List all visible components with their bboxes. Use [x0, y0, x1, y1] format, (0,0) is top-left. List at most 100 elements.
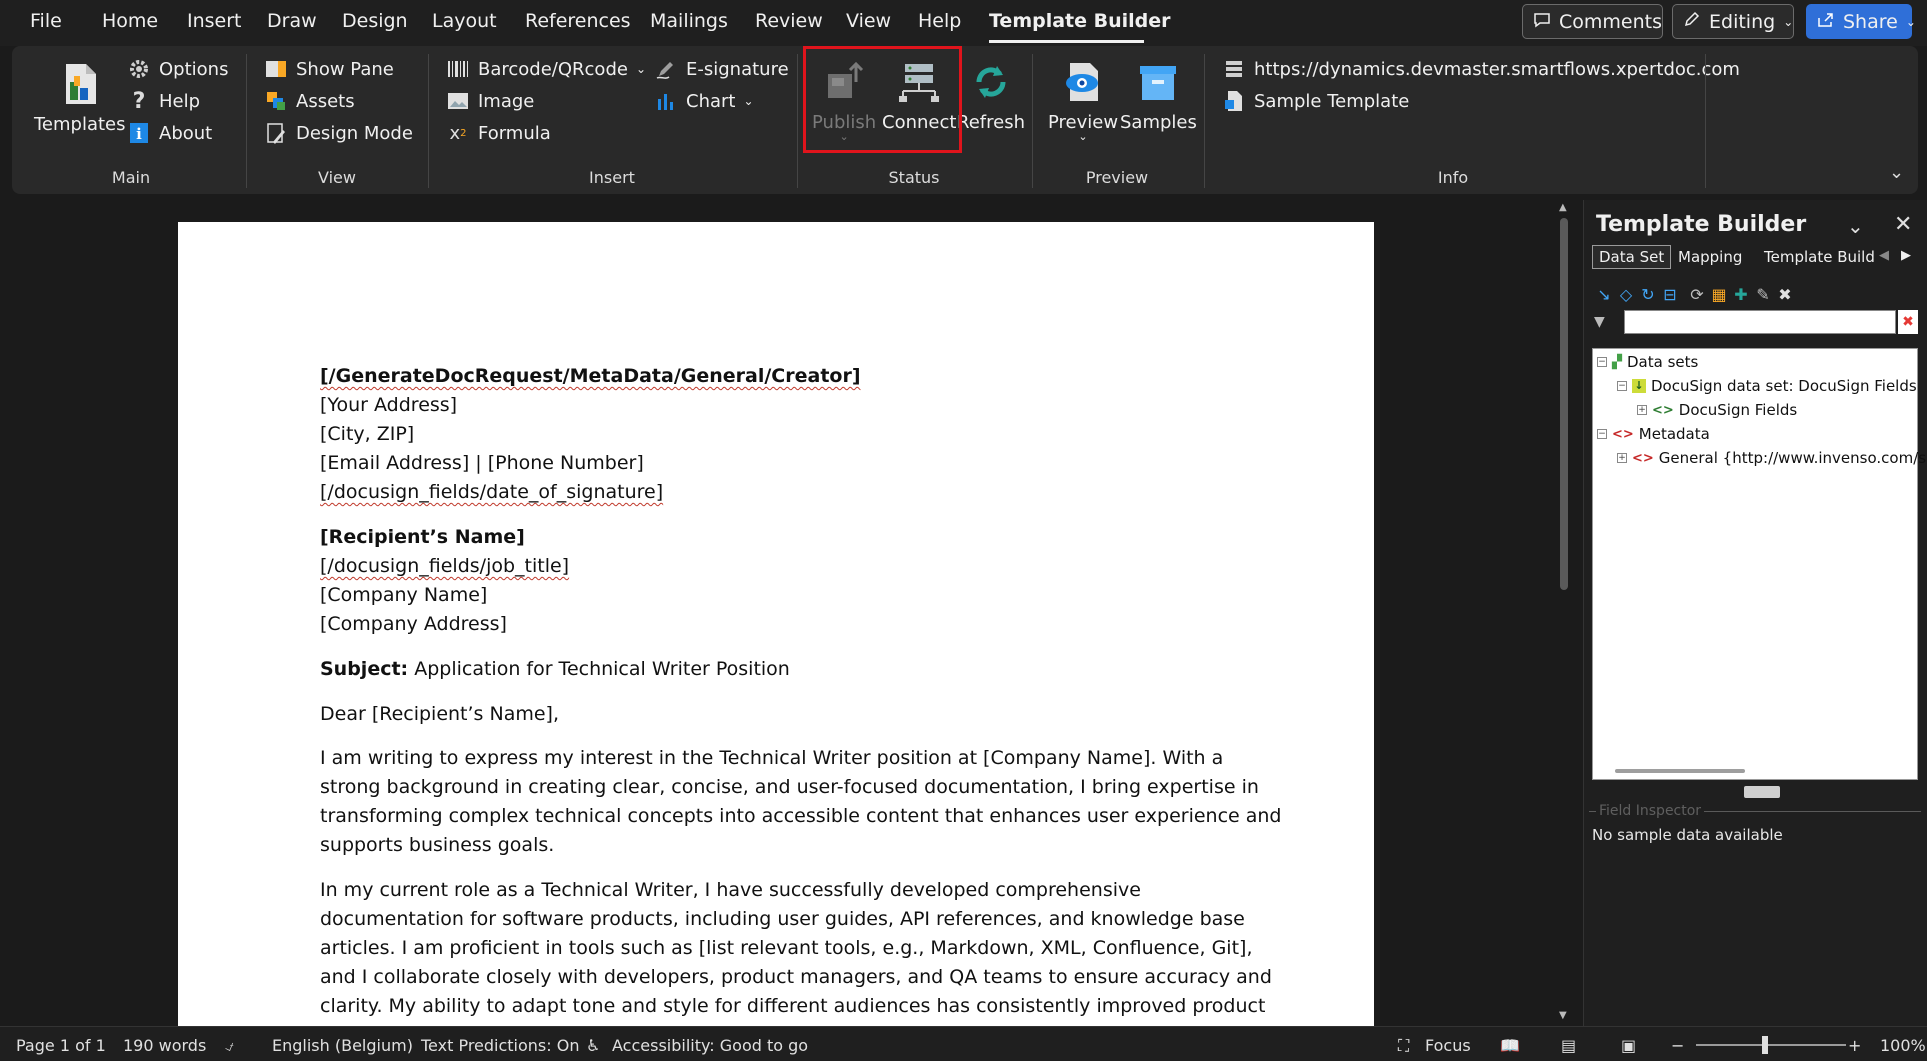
- zoom-in-icon[interactable]: +: [1848, 1036, 1861, 1055]
- menu-references[interactable]: References: [525, 10, 631, 32]
- tab-scroll-right-icon[interactable]: ▶: [1901, 248, 1911, 263]
- page-count[interactable]: Page 1 of 1: [16, 1036, 106, 1055]
- menu-file[interactable]: File: [30, 10, 62, 32]
- proofing-icon[interactable]: ⍻: [225, 1036, 234, 1056]
- zoom-level[interactable]: 100%: [1880, 1036, 1926, 1055]
- collapse-ribbon-icon[interactable]: ⌄: [1889, 162, 1904, 183]
- tree-node-metadata[interactable]: − <> Metadata: [1597, 425, 1710, 443]
- scrollbar-thumb[interactable]: [1560, 218, 1568, 590]
- collapse-toggle-icon[interactable]: −: [1597, 357, 1607, 367]
- menu-mailings[interactable]: Mailings: [650, 10, 728, 32]
- delete-icon[interactable]: ✖: [1775, 284, 1795, 304]
- refresh-button[interactable]: Refresh: [957, 58, 1025, 133]
- options-label: Options: [159, 58, 229, 80]
- design-mode-icon: [264, 121, 288, 145]
- accessibility-status[interactable]: Accessibility: Good to go: [612, 1036, 808, 1055]
- clear-filter-icon[interactable]: ✖: [1898, 310, 1918, 334]
- tree-node-docusign-fields[interactable]: + <> DocuSign Fields: [1637, 401, 1797, 419]
- editing-button[interactable]: Editing ⌄: [1672, 4, 1794, 39]
- collapse-toggle-icon[interactable]: −: [1597, 429, 1607, 439]
- server-url-button[interactable]: https://dynamics.devmaster.smartflows.xp…: [1222, 57, 1740, 81]
- collapse-toggle-icon[interactable]: −: [1617, 381, 1627, 391]
- design-mode-button[interactable]: Design Mode: [264, 121, 413, 145]
- share-button[interactable]: Share ⌄: [1806, 4, 1916, 39]
- options-button[interactable]: Options: [127, 57, 228, 81]
- show-pane-button[interactable]: Show Pane: [264, 57, 394, 81]
- menu-draw[interactable]: Draw: [267, 10, 317, 32]
- assets-icon: [264, 89, 288, 113]
- preview-button[interactable]: Preview ⌄: [1048, 58, 1118, 142]
- scroll-down-icon[interactable]: ▼: [1559, 1010, 1567, 1021]
- tree-label: General {http://www.invenso.com/s: [1658, 449, 1927, 467]
- web-layout-icon[interactable]: ▣: [1621, 1036, 1636, 1055]
- language-indicator[interactable]: English (Belgium): [272, 1036, 413, 1055]
- image-button[interactable]: Image: [446, 89, 534, 113]
- panel-title: Template Builder: [1596, 212, 1807, 237]
- focus-button[interactable]: Focus: [1425, 1036, 1471, 1055]
- menu-template-builder[interactable]: Template Builder: [989, 10, 1171, 32]
- esignature-button[interactable]: E-signature: [654, 57, 789, 81]
- barcode-button[interactable]: Barcode/QRcode ⌄: [446, 57, 646, 81]
- collapse-icon[interactable]: ⊟: [1660, 284, 1680, 304]
- diamond-icon[interactable]: ◇: [1616, 284, 1636, 304]
- tree-node-general[interactable]: + <> General {http://www.invenso.com/s: [1617, 449, 1926, 467]
- menu-help[interactable]: Help: [918, 10, 961, 32]
- scroll-up-icon[interactable]: ▲: [1559, 202, 1567, 213]
- expand-toggle-icon[interactable]: +: [1617, 453, 1627, 463]
- sample-template-button[interactable]: Sample Template: [1222, 89, 1409, 113]
- document-page[interactable]: [/GenerateDocRequest/MetaData/General/Cr…: [178, 222, 1374, 1032]
- data-tree[interactable]: − ▞ Data sets − ↓ DocuSign data set: Doc…: [1592, 348, 1926, 780]
- assets-button[interactable]: Assets: [264, 89, 355, 113]
- tree-hscroll-thumb[interactable]: [1615, 769, 1745, 773]
- menu-view[interactable]: View: [846, 10, 891, 32]
- formula-label: Formula: [478, 122, 551, 144]
- close-icon[interactable]: ✕: [1894, 212, 1912, 237]
- tab-data-set[interactable]: Data Set: [1592, 245, 1672, 269]
- document-scrollbar[interactable]: ▲ ▼: [1556, 200, 1572, 1024]
- refresh-small-icon[interactable]: ↻: [1638, 284, 1658, 304]
- tab-scroll-left-icon[interactable]: ◀: [1879, 248, 1889, 263]
- about-button[interactable]: i About: [127, 121, 212, 145]
- edit-icon[interactable]: ✎: [1753, 284, 1773, 304]
- tab-template-build[interactable]: Template Build: [1764, 248, 1875, 266]
- active-tab-indicator: [989, 40, 1144, 43]
- menu-review[interactable]: Review: [755, 10, 823, 32]
- read-mode-icon[interactable]: 📖: [1500, 1036, 1520, 1055]
- group-label-status: Status: [888, 168, 940, 187]
- chevron-down-icon[interactable]: ⌄: [1847, 214, 1864, 238]
- barcode-icon: [446, 57, 470, 81]
- help-button[interactable]: ? Help: [127, 89, 200, 114]
- menu-design[interactable]: Design: [342, 10, 408, 32]
- arrow-down-right-icon[interactable]: ↘: [1594, 284, 1614, 304]
- esignature-label: E-signature: [686, 58, 789, 80]
- print-layout-icon[interactable]: ▤: [1561, 1036, 1576, 1055]
- chart-label: Chart: [686, 90, 736, 112]
- text-predictions[interactable]: Text Predictions: On: [421, 1036, 579, 1055]
- tab-mapping[interactable]: Mapping: [1678, 248, 1742, 266]
- tree-label: DocuSign data set: DocuSign Fields: [1651, 377, 1917, 395]
- tree-node-docusign-set[interactable]: − ↓ DocuSign data set: DocuSign Fields: [1617, 377, 1917, 395]
- add-dataset-icon[interactable]: ✚: [1731, 284, 1751, 304]
- expand-toggle-icon[interactable]: +: [1637, 405, 1647, 415]
- zoom-out-icon[interactable]: −: [1671, 1036, 1684, 1055]
- formula-button[interactable]: x2 Formula: [446, 121, 551, 145]
- splitter-handle[interactable]: [1744, 786, 1780, 798]
- menu-layout[interactable]: Layout: [432, 10, 497, 32]
- comments-button[interactable]: Comments: [1522, 4, 1663, 39]
- image-icon: [446, 89, 470, 113]
- zoom-slider[interactable]: [1696, 1044, 1846, 1046]
- word-count[interactable]: 190 words: [123, 1036, 206, 1055]
- tree-node-data-sets[interactable]: − ▞ Data sets: [1597, 353, 1698, 371]
- templates-button[interactable]: Templates: [34, 60, 126, 135]
- group-separator: [797, 54, 798, 188]
- menu-insert[interactable]: Insert: [187, 10, 242, 32]
- filter-icon: ▼: [1594, 314, 1605, 330]
- table-icon[interactable]: ▦: [1709, 284, 1729, 304]
- refresh-label: Refresh: [957, 112, 1025, 133]
- chart-button[interactable]: Chart ⌄: [654, 89, 754, 113]
- zoom-slider-thumb[interactable]: [1762, 1036, 1768, 1054]
- filter-input[interactable]: [1624, 310, 1896, 334]
- samples-button[interactable]: Samples: [1120, 58, 1197, 133]
- link-icon[interactable]: ⟳: [1687, 284, 1707, 304]
- menu-home[interactable]: Home: [102, 10, 158, 32]
